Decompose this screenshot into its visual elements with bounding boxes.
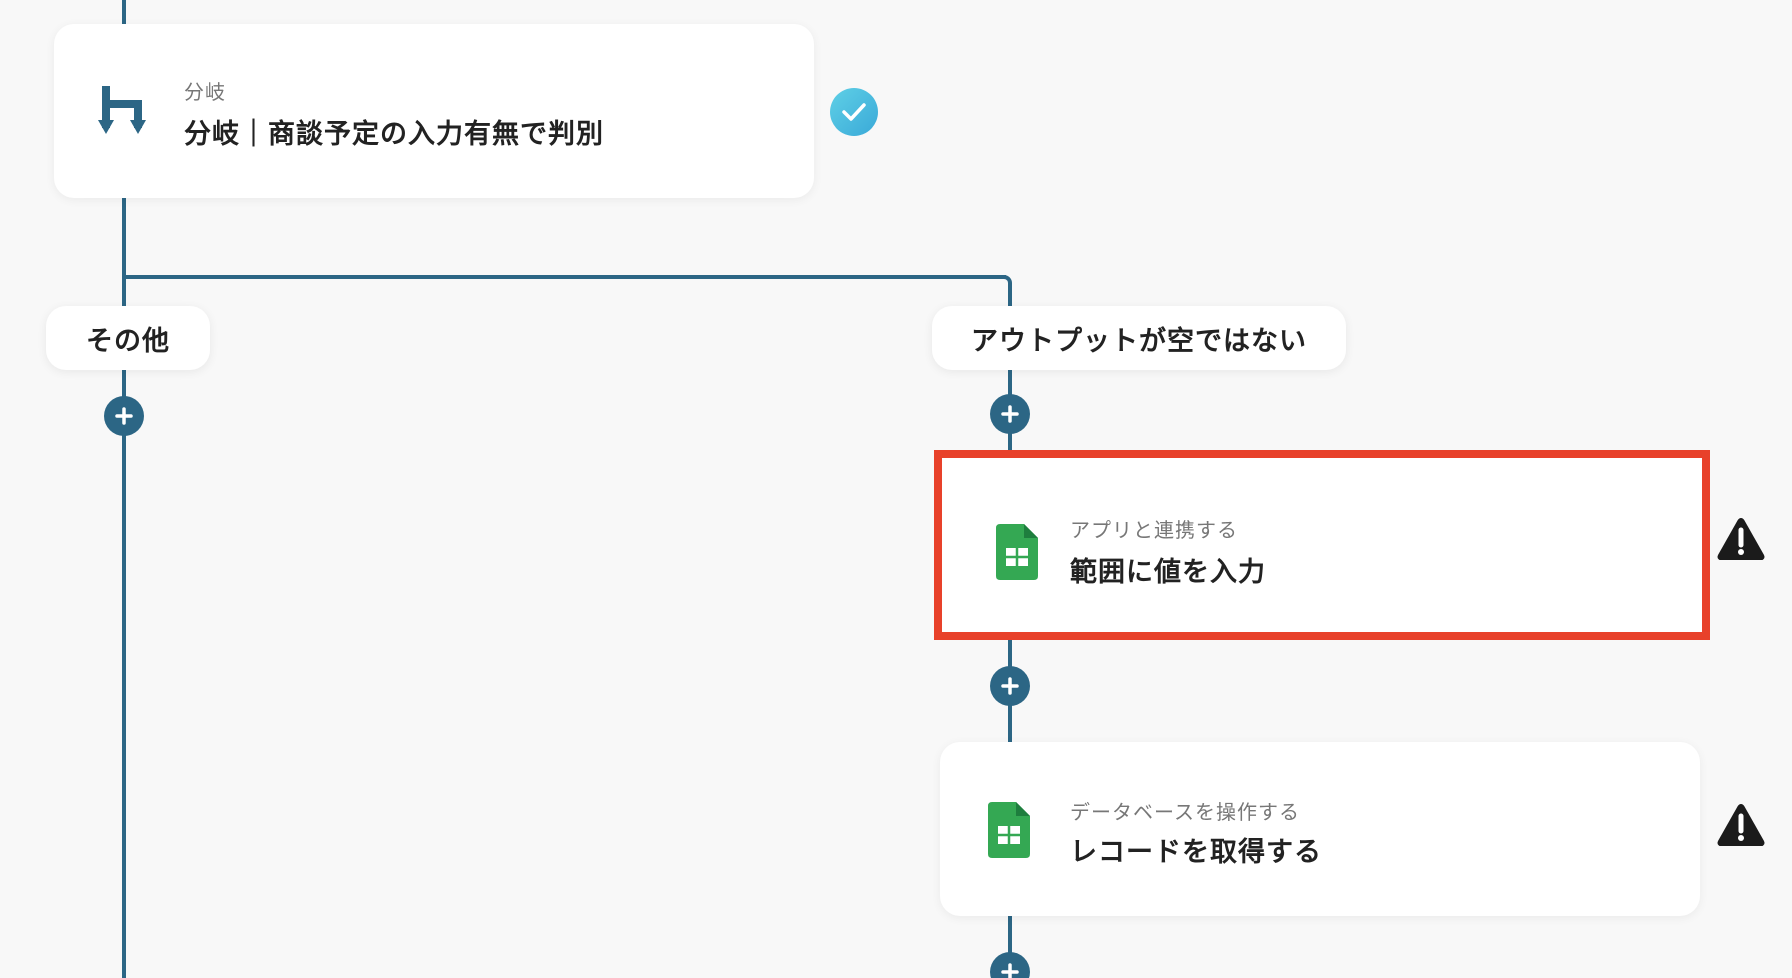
step-card-get-records[interactable]: データベースを操作する レコードを取得する — [940, 742, 1700, 916]
connector-top — [122, 0, 126, 24]
plus-icon — [115, 407, 133, 425]
branch-card-subtitle: 分岐 — [184, 80, 226, 104]
google-sheets-icon — [996, 524, 1038, 580]
step-card-2-title: レコードを取得する — [1070, 837, 1322, 868]
branch-label-output-not-empty[interactable]: アウトプットが空ではない — [932, 306, 1346, 370]
plus-icon — [1001, 963, 1019, 978]
add-step-button-left[interactable] — [104, 396, 144, 436]
branch-label-other[interactable]: その他 — [46, 306, 210, 370]
step-card-2-subtitle: データベースを操作する — [1070, 800, 1300, 824]
step-card-1-subtitle: アプリと連携する — [1070, 518, 1238, 542]
flow-canvas: 分岐 分岐｜商談予定の入力有無で判別 その他 アウトプットが空ではない アプリと… — [0, 0, 1792, 978]
warning-icon — [1717, 518, 1765, 560]
step-card-input-range[interactable]: アプリと連携する 範囲に値を入力 — [934, 450, 1710, 640]
step-card-1-title: 範囲に値を入力 — [1070, 557, 1266, 588]
google-sheets-icon — [988, 802, 1030, 858]
branch-card[interactable]: 分岐 分岐｜商談予定の入力有無で判別 — [54, 24, 814, 198]
plus-icon — [1001, 405, 1019, 423]
plus-icon — [1001, 677, 1019, 695]
check-icon — [830, 88, 878, 136]
warning-icon — [1717, 804, 1765, 846]
branch-card-title: 分岐｜商談予定の入力有無で判別 — [184, 119, 604, 150]
add-step-button-right-3[interactable] — [990, 952, 1030, 978]
branch-icon — [98, 86, 146, 134]
add-step-button-right-1[interactable] — [990, 394, 1030, 434]
add-step-button-right-2[interactable] — [990, 666, 1030, 706]
connector-horizontal — [122, 275, 1006, 279]
